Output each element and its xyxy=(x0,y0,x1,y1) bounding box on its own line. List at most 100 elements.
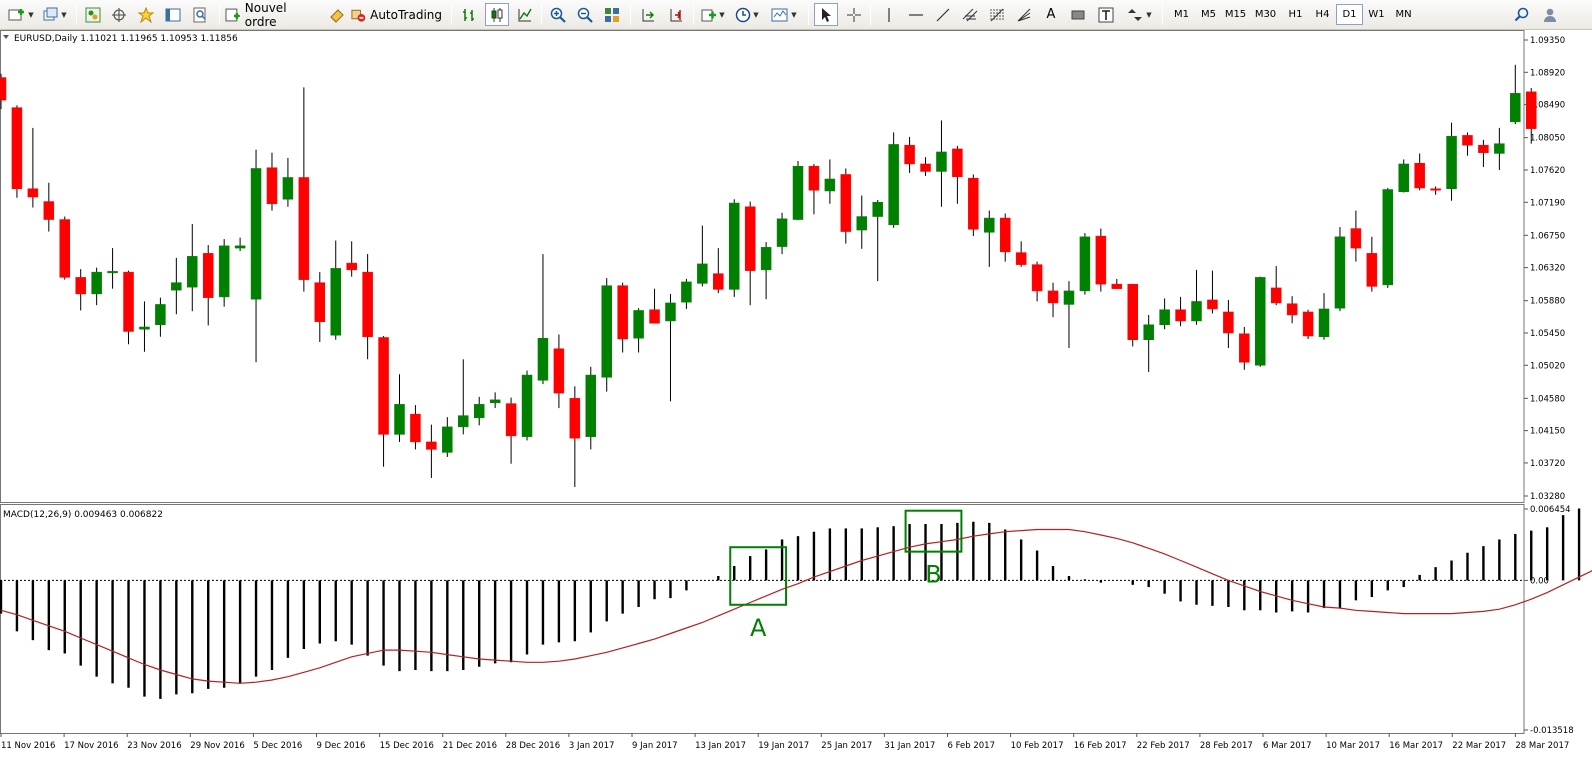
trendline-icon xyxy=(936,8,950,21)
candle-body xyxy=(1015,252,1027,265)
time-tick-label: 6 Mar 2017 xyxy=(1263,741,1311,751)
candle-body xyxy=(0,77,7,101)
toolbar-separator xyxy=(630,4,631,25)
timeframe-m1[interactable]: M1 xyxy=(1168,4,1195,25)
candle-body xyxy=(378,337,389,435)
candle-body xyxy=(1255,277,1266,366)
autotrading-button[interactable]: AutoTrading xyxy=(350,3,442,26)
candle-body xyxy=(904,144,915,165)
time-tick-label: 22 Feb 2017 xyxy=(1137,741,1190,751)
user-account-button[interactable] xyxy=(1538,3,1562,26)
price-tick-label: 1.08050 xyxy=(1530,134,1565,144)
equidistant-channel-button[interactable] xyxy=(958,3,982,26)
favorites-button[interactable] xyxy=(134,3,158,26)
tile-windows-button[interactable] xyxy=(600,3,624,26)
templates-button[interactable]: ▼ xyxy=(767,3,801,26)
candle-body xyxy=(601,285,612,378)
price-tick-label: 1.03720 xyxy=(1530,459,1565,469)
cursor-tool-button[interactable] xyxy=(814,3,838,26)
candle-body xyxy=(11,107,23,189)
crosshair-tool-button[interactable] xyxy=(842,3,866,26)
timeframe-d1[interactable]: D1 xyxy=(1336,4,1363,25)
candle-body xyxy=(346,262,357,271)
timeframe-m15[interactable]: M15 xyxy=(1222,4,1249,25)
bar-chart-button[interactable] xyxy=(457,3,481,26)
candle-body xyxy=(1286,303,1298,316)
search-icon xyxy=(1514,7,1529,21)
trendline-button[interactable] xyxy=(931,3,955,26)
candle-body xyxy=(776,218,788,247)
rectangle-icon xyxy=(1071,10,1085,19)
toolbar-separator xyxy=(451,4,452,25)
timeframe-h4[interactable]: H4 xyxy=(1309,4,1336,25)
candle-body xyxy=(330,268,341,336)
time-tick-label: 29 Nov 2016 xyxy=(190,741,244,751)
line-chart-icon xyxy=(518,8,532,21)
text-tool-label: A xyxy=(1046,7,1056,22)
profiles-button[interactable]: ▼ xyxy=(40,3,70,26)
terminal-button[interactable] xyxy=(161,3,185,26)
rectangle-tool-button[interactable] xyxy=(1066,3,1090,26)
text-tool-button[interactable]: A xyxy=(1039,3,1063,26)
chart-canvas[interactable]: 1.093501.089201.084901.080501.076201.071… xyxy=(0,30,1592,773)
candle-body xyxy=(1478,144,1489,153)
timeframe-m5[interactable]: M5 xyxy=(1195,4,1222,25)
timeframe-h1[interactable]: H1 xyxy=(1282,4,1309,25)
terminal-window-icon xyxy=(165,8,181,21)
candle-body xyxy=(27,188,39,198)
zoom-in-button[interactable] xyxy=(546,3,570,26)
periods-button[interactable]: ▼ xyxy=(732,3,762,26)
new-chart-button[interactable]: ▼ xyxy=(4,3,38,26)
zoom-in-icon xyxy=(550,7,566,23)
candle-body xyxy=(633,310,644,339)
zoom-out-button[interactable] xyxy=(573,3,597,26)
cursor-arrow-icon xyxy=(822,7,831,22)
chart-shift-button[interactable] xyxy=(636,3,660,26)
price-tick-label: 1.05020 xyxy=(1530,361,1565,371)
chart-window[interactable]: 1.09350 1.08920 1.08490 1.08050 1.07620 1.071… xyxy=(0,30,1592,773)
candle-body xyxy=(697,263,708,284)
time-tick-label: 25 Jan 2017 xyxy=(821,741,872,751)
strategy-tester-button[interactable] xyxy=(188,3,212,26)
candle-body xyxy=(489,399,501,404)
candle-body xyxy=(59,219,71,278)
new-order-button[interactable]: Nouvel ordre xyxy=(225,0,321,29)
candle-body xyxy=(553,348,565,394)
horizontal-line-button[interactable] xyxy=(904,3,928,26)
timeframe-w1[interactable]: W1 xyxy=(1363,4,1390,25)
macd-tick-label: -0.013518 xyxy=(1530,726,1574,736)
candlestick-chart-button[interactable] xyxy=(485,3,509,26)
time-tick-label: 22 Mar 2017 xyxy=(1452,741,1506,751)
fibonacci-retracement-button[interactable] xyxy=(985,3,1009,26)
user-icon xyxy=(1544,8,1556,22)
annotation-label: A xyxy=(750,614,767,642)
indicators-button[interactable]: ▼ xyxy=(698,3,728,26)
line-chart-button[interactable] xyxy=(513,3,537,26)
toolbar-separator xyxy=(219,4,220,25)
search-button[interactable] xyxy=(1510,3,1534,26)
timeframe-mn[interactable]: MN xyxy=(1390,4,1417,25)
candle-body xyxy=(218,245,230,298)
vertical-line-button[interactable] xyxy=(877,3,901,26)
timeframe-m30[interactable]: M30 xyxy=(1252,4,1279,25)
arrows-tool-button[interactable]: ▼ xyxy=(1122,3,1156,26)
candle-body xyxy=(1366,253,1378,287)
autoscroll-button[interactable] xyxy=(664,3,688,26)
meta-editor-button[interactable] xyxy=(326,3,348,26)
fibonacci-fan-button[interactable] xyxy=(1012,3,1036,26)
price-tick-label: 1.03280 xyxy=(1530,492,1565,502)
candle-body xyxy=(91,271,102,295)
candle-body xyxy=(75,277,86,295)
macd-info: MACD(12,26,9) 0.009463 0.006822 xyxy=(3,510,163,520)
candle-body xyxy=(1462,135,1473,146)
navigator-crosshair-button[interactable] xyxy=(107,3,131,26)
price-tick-label: 1.04580 xyxy=(1530,394,1565,404)
vertical-line-icon xyxy=(888,7,890,22)
time-tick-label: 9 Jan 2017 xyxy=(632,741,678,751)
candle-body xyxy=(298,177,310,280)
text-label-tool-button[interactable] xyxy=(1094,3,1118,26)
candle-body xyxy=(1223,311,1234,334)
market-watch-button[interactable] xyxy=(81,3,105,26)
new-order-label: Nouvel ordre xyxy=(244,0,287,29)
candle-body xyxy=(952,148,963,177)
